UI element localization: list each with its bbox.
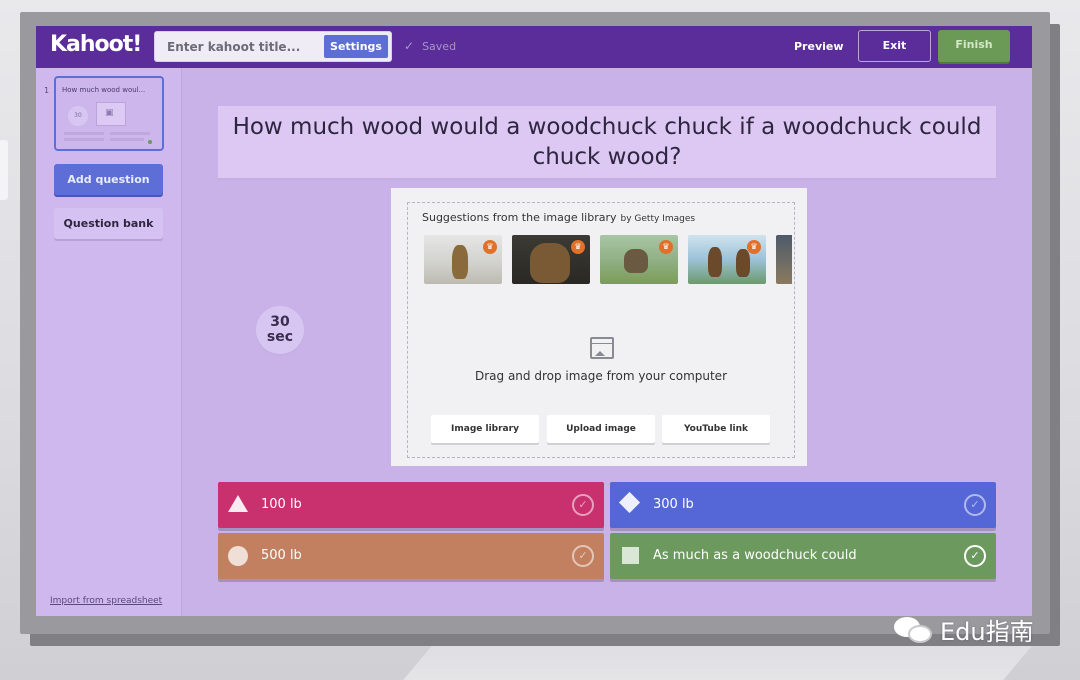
answer-option-2[interactable]: 300 lb ✓ — [610, 482, 996, 528]
youtube-link-button[interactable]: YouTube link — [662, 415, 770, 443]
correct-toggle-check-icon[interactable]: ✓ — [572, 494, 594, 516]
time-limit-value: 30 — [270, 314, 290, 330]
correct-toggle-check-icon[interactable]: ✓ — [572, 545, 594, 567]
slide-thumbnail-answer-line — [64, 132, 104, 135]
correct-toggle-check-icon[interactable]: ✓ — [964, 545, 986, 567]
kahoot-editor-screen: Kahoot! Settings ✓ Saved Preview Exit Fin… — [36, 26, 1032, 616]
question-text: How much wood would a woodchuck chuck if… — [232, 114, 982, 170]
preview-button[interactable]: Preview — [794, 40, 844, 53]
top-bar: Kahoot! Settings ✓ Saved Preview Exit Fin… — [36, 26, 1032, 68]
suggestions-label: Suggestions from the image library — [422, 211, 617, 224]
image-library-button[interactable]: Image library — [431, 415, 539, 443]
slide-thumbnail-title: How much wood woul... — [62, 86, 146, 94]
check-icon: ✓ — [404, 39, 415, 53]
slide-thumbnail-image: ▣ — [96, 102, 126, 126]
suggested-images: ♛ ♛ ♛ ♛ — [424, 235, 792, 285]
premium-crown-icon: ♛ — [571, 240, 585, 254]
suggested-image[interactable]: ♛ — [512, 235, 590, 284]
correct-toggle-check-icon[interactable]: ✓ — [964, 494, 986, 516]
kahoot-logo[interactable]: Kahoot! — [50, 32, 142, 57]
import-spreadsheet-link[interactable]: Import from spreadsheet — [50, 596, 162, 606]
image-drop-zone[interactable]: Suggestions from the image library by Get… — [407, 202, 795, 458]
suggested-image[interactable] — [776, 235, 792, 284]
suggested-image[interactable]: ♛ — [688, 235, 766, 284]
suggested-image[interactable]: ♛ — [424, 235, 502, 284]
premium-crown-icon: ♛ — [483, 240, 497, 254]
add-question-button[interactable]: Add question — [54, 164, 163, 195]
finish-button[interactable]: Finish — [938, 30, 1010, 62]
marmot-shape — [708, 247, 722, 277]
answer-text: 300 lb — [653, 497, 694, 512]
saved-label: Saved — [422, 40, 457, 53]
kahoot-title-input[interactable] — [155, 32, 320, 61]
marmot-shape — [736, 249, 750, 277]
exit-button[interactable]: Exit — [858, 30, 931, 62]
slide-thumbnail-answer-line — [64, 138, 104, 141]
question-sidebar: 1 How much wood woul... 30 ▣ Add questio… — [36, 68, 182, 616]
premium-crown-icon: ♛ — [747, 240, 761, 254]
saved-status: ✓ Saved — [404, 39, 456, 53]
premium-crown-icon: ♛ — [659, 240, 673, 254]
desk-background — [0, 140, 8, 200]
provider-label: by Getty Images — [620, 214, 696, 224]
slide-thumbnail[interactable]: How much wood woul... 30 ▣ — [54, 76, 164, 151]
drop-instructions: Drag and drop image from your computer — [474, 369, 727, 383]
answer-option-4[interactable]: As much as a woodchuck could ✓ — [610, 533, 996, 579]
suggested-image[interactable]: ♛ — [600, 235, 678, 284]
time-limit-button[interactable]: 30 sec — [256, 306, 304, 354]
slide-thumbnail-answer-line — [110, 138, 144, 141]
triangle-icon — [228, 495, 248, 512]
suggestions-heading: Suggestions from the image library by Get… — [422, 211, 695, 224]
time-limit-unit: sec — [266, 329, 294, 345]
image-placeholder-icon — [590, 337, 614, 359]
image-icon: ▣ — [105, 108, 114, 118]
answer-option-1[interactable]: 100 lb ✓ — [218, 482, 604, 528]
diamond-icon — [618, 491, 641, 514]
answer-text: As much as a woodchuck could — [653, 548, 857, 563]
question-text-box[interactable]: How much wood would a woodchuck chuck if… — [218, 106, 996, 178]
square-icon — [622, 547, 639, 564]
media-upload-card: Suggestions from the image library by Get… — [391, 188, 807, 466]
slide-thumbnail-answer-line — [110, 132, 150, 135]
correct-answer-dot — [148, 140, 152, 144]
marmot-shape — [530, 243, 570, 283]
marmot-shape — [452, 245, 468, 279]
wechat-icon — [894, 617, 934, 645]
title-field-group: Settings — [154, 31, 392, 62]
slide-thumbnail-timer: 30 — [68, 106, 88, 126]
question-bank-button[interactable]: Question bank — [54, 208, 163, 239]
slide-number: 1 — [44, 86, 50, 95]
answer-text: 500 lb — [261, 548, 302, 563]
answer-text: 100 lb — [261, 497, 302, 512]
settings-button[interactable]: Settings — [324, 35, 388, 58]
watermark-text: Edu指南 — [940, 618, 1034, 646]
answer-option-3[interactable]: 500 lb ✓ — [218, 533, 604, 579]
upload-image-button[interactable]: Upload image — [547, 415, 655, 443]
circle-icon — [228, 546, 248, 566]
marmot-shape — [624, 249, 648, 273]
